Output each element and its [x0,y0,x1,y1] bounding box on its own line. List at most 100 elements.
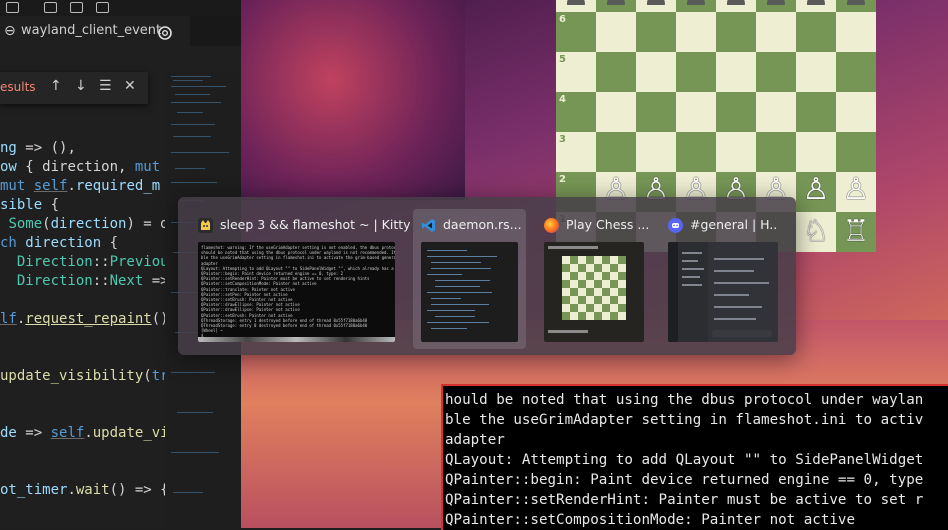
switcher-item-title: #general | H... [690,217,778,232]
code-line: Some(direction) = d [8,216,169,232]
terminal-line: QPainter::begin: Paint device returned e… [445,472,924,488]
board-square[interactable] [676,92,716,132]
black-pawn[interactable]: ♟ [676,0,716,16]
switcher-item-vscode[interactable]: daemon.rs... [413,209,526,349]
preview-text-line: ble the useGrimAdapter setting in flames… [201,255,395,261]
window-switcher: sleep 3 && flameshot ~ | Kitty flameshot… [178,197,796,355]
mini-chessboard [562,256,626,320]
close-icon[interactable]: ✕ [124,78,136,94]
board-square[interactable] [836,12,876,52]
code-line: ow { direction, mut [0,159,161,175]
board-square[interactable] [676,12,716,52]
terminal-window[interactable]: hould be noted that using the dbus proto… [441,384,948,530]
board-square[interactable] [836,52,876,92]
find-results-label: esults [0,80,36,94]
white-knight[interactable]: ♘ [796,212,836,252]
file-label: h [868,240,875,250]
sidebar-icon[interactable] [96,2,109,13]
preview-text-line: [Wheel] ~ [201,328,223,334]
discord-preview [668,242,778,342]
tab-label: wayland_client_event [21,23,162,38]
code-line: update_visibility(tru [0,368,177,384]
board-square[interactable] [796,132,836,172]
firefox-icon [544,218,559,233]
black-pawn[interactable]: ♟ [756,0,796,16]
board-square[interactable] [636,132,676,172]
board-square[interactable] [756,12,796,52]
rank-label: 3 [559,134,566,145]
board-square[interactable] [636,12,676,52]
board-square[interactable] [636,52,676,92]
terminal-line: QLayout: Attempting to add QLayout "" to… [445,452,924,468]
wallpaper-artwork [241,0,465,200]
code-line: de => self.update_vi [0,425,169,441]
terminal-line: hould be noted that using the dbus proto… [445,392,924,408]
board-square[interactable] [676,52,716,92]
rank-label: 2 [559,174,566,185]
code-line: ch direction { [0,235,119,251]
chatgpt-icon[interactable] [157,23,173,40]
dirty-indicator-icon: ⊖ [4,23,16,39]
board-square[interactable] [716,92,756,132]
terminal-line: ble the useGrimAdapter setting in flames… [445,412,924,428]
white-pawn[interactable]: ♙ [836,170,876,210]
code-line: lf.request_repaint() [0,311,169,327]
code-editor[interactable]: ng => (), ow { direction, mut mut self.r… [0,104,177,528]
previous-match-icon[interactable]: ↑ [50,78,62,94]
board-square[interactable] [596,12,636,52]
preview-text-line: QThreadStorage: entry 0 destroyed before… [201,323,368,328]
board-square[interactable] [836,132,876,172]
black-pawn[interactable]: ♟ [716,0,756,16]
switcher-item-kitty[interactable]: sleep 3 && flameshot ~ | Kitty flameshot… [190,209,413,349]
board-square[interactable] [596,92,636,132]
switcher-item-title: sleep 3 && flameshot ~ | Kitty [220,217,410,232]
black-pawn[interactable]: ♟ [596,0,636,16]
panel-icon[interactable] [70,2,83,13]
switcher-item-title: daemon.rs... [443,217,522,232]
discord-icon [668,218,683,233]
board-square[interactable] [836,92,876,132]
board-square[interactable] [676,132,716,172]
board-square[interactable] [596,52,636,92]
code-line: mut self.required_m [0,178,161,194]
white-pawn[interactable]: ♙ [796,170,836,210]
switcher-item-title: Play Chess ... [566,217,648,232]
board-square[interactable] [796,12,836,52]
board-square[interactable] [756,92,796,132]
switcher-item-discord[interactable]: #general | H... [660,209,786,349]
black-pawn[interactable]: ♟ [796,0,836,16]
board-square[interactable] [716,132,756,172]
code-line: Direction::Previou [16,254,169,270]
find-in-selection-icon[interactable]: ☰ [99,78,112,94]
kitty-icon [198,218,213,233]
code-line: sible { [0,197,60,213]
code-line: ot_timer.wait() => { [0,482,169,498]
switcher-item-firefox[interactable]: Play Chess ... [536,209,653,349]
board-square[interactable] [796,92,836,132]
board-square[interactable] [716,12,756,52]
board-square[interactable] [756,52,796,92]
board-square[interactable] [756,132,796,172]
terminal-line: QPainter::setRenderHint: Painter must be… [445,492,924,508]
kitty-preview: flameshot: warning: If the useGrimAdapte… [198,242,395,342]
vscode-icon [421,218,436,233]
black-pawn[interactable]: ♟ [556,0,596,16]
board-square[interactable] [796,52,836,92]
editor-tab[interactable]: ⊖ wayland_client_event [0,16,190,46]
split-icon[interactable] [44,2,57,13]
terminal-line: adapter [445,432,505,448]
chess-preview [544,242,644,342]
code-line: ng => (), [0,140,76,156]
tab-bar-empty [190,16,241,46]
editor-toolbar [0,0,241,16]
black-pawn[interactable]: ♟ [836,0,876,16]
vscode-preview [421,242,518,342]
next-match-icon[interactable]: ↓ [75,78,87,94]
layout-icon[interactable] [6,2,19,13]
board-square[interactable] [636,92,676,132]
board-square[interactable] [596,132,636,172]
black-pawn[interactable]: ♟ [636,0,676,16]
find-widget: esults ↑ ↓ ☰ ✕ [0,72,148,104]
board-square[interactable] [716,52,756,92]
rank-label: 5 [559,54,566,65]
